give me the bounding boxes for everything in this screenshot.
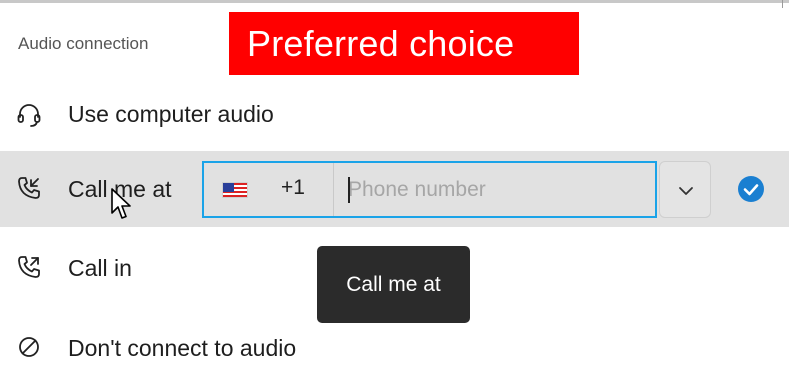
phone-number-field[interactable]: +1 — [202, 161, 657, 218]
us-flag-icon — [222, 182, 248, 198]
call-in-label: Call in — [68, 255, 132, 281]
phone-number-input[interactable] — [336, 163, 654, 216]
audio-connection-panel: Audio connection Preferred choice Use co… — [0, 0, 789, 384]
dial-code: +1 — [281, 176, 305, 199]
phone-incoming-icon — [16, 254, 42, 280]
prohibited-icon — [16, 334, 42, 360]
country-code-selector[interactable]: +1 — [204, 163, 334, 216]
option-computer-audio[interactable]: Use computer audio — [0, 80, 789, 156]
computer-audio-label: Use computer audio — [68, 101, 274, 127]
window-top-border — [0, 0, 789, 3]
text-caret — [348, 177, 350, 203]
mouse-pointer-icon — [110, 187, 132, 221]
preferred-choice-banner: Preferred choice — [229, 12, 579, 75]
window-edge — [782, 0, 783, 8]
headset-icon — [16, 102, 42, 128]
checkmark-circle-icon — [737, 175, 765, 203]
phone-outgoing-icon — [16, 175, 42, 201]
section-label: Audio connection — [18, 34, 149, 53]
no-audio-label: Don't connect to audio — [68, 335, 297, 361]
tooltip: Call me at — [317, 246, 470, 323]
phone-dropdown-button[interactable] — [659, 161, 711, 218]
chevron-down-icon — [679, 187, 693, 195]
